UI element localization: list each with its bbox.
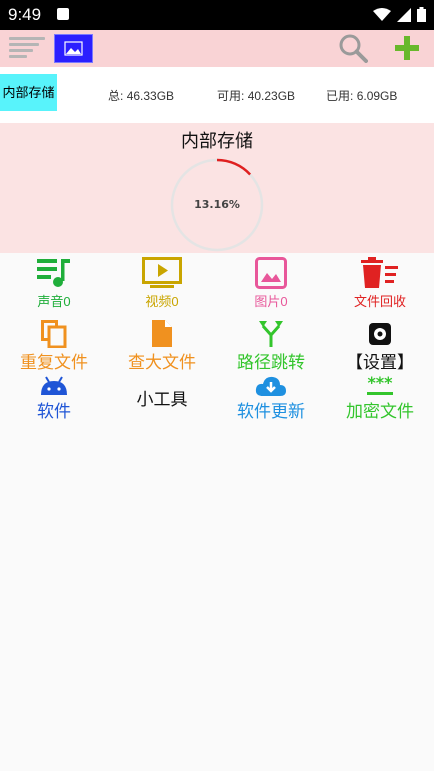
cloud-download-icon xyxy=(255,376,286,396)
available-label: 可用: xyxy=(217,89,245,103)
usage-percent: 13.16% xyxy=(194,198,240,211)
wifi-icon xyxy=(373,7,391,21)
category-image[interactable]: 图片0 xyxy=(217,257,325,310)
tool-path-jump[interactable]: 路径跳转 xyxy=(217,320,325,373)
tool-apps[interactable]: 软件 xyxy=(0,375,108,422)
tool-duplicate-files[interactable]: 重复文件 xyxy=(0,320,108,373)
add-icon[interactable] xyxy=(395,36,419,60)
search-icon[interactable] xyxy=(338,33,368,63)
fork-arrow-icon xyxy=(259,321,283,347)
category-image-label: 图片0 xyxy=(254,294,288,309)
storage-summary: 内部存储 总: 46.33GB 可用: 40.23GB 已用: 6.09GB xyxy=(0,67,434,123)
tool-settings-label: 【设置】 xyxy=(346,353,414,372)
top-toolbar xyxy=(0,30,434,67)
tool-duplicate-files-label: 重复文件 xyxy=(20,353,88,372)
copy-icon xyxy=(41,320,67,348)
trash-icon xyxy=(361,257,398,288)
total-label: 总: xyxy=(108,89,124,103)
tool-encrypt-files[interactable]: *** 加密文件 xyxy=(326,375,434,422)
signal-icon xyxy=(397,7,411,22)
used-value: 6.09GB xyxy=(356,89,398,103)
gallery-button[interactable] xyxy=(54,34,93,63)
category-audio[interactable]: 声音0 xyxy=(0,257,108,310)
status-bar: 9:49 xyxy=(0,0,434,30)
available-stat: 可用: 40.23GB xyxy=(217,87,295,104)
file-icon xyxy=(152,320,172,347)
category-recycle-label: 文件回收 xyxy=(353,294,406,309)
tool-settings[interactable]: 【设置】 xyxy=(326,320,434,373)
total-stat: 总: 46.33GB xyxy=(108,87,174,104)
battery-icon xyxy=(417,7,426,22)
menu-icon[interactable] xyxy=(9,37,45,61)
storage-panel: 内部存储 13.16% xyxy=(0,123,434,253)
password-icon: *** xyxy=(367,375,393,395)
app-notification-icon xyxy=(57,8,69,20)
tool-small-tools[interactable]: 小工具 xyxy=(108,385,216,410)
status-time: 9:49 xyxy=(8,5,42,24)
panel-title: 内部存储 xyxy=(181,131,253,151)
used-label: 已用: xyxy=(326,89,354,103)
svg-text:***: *** xyxy=(367,375,393,392)
category-video-label: 视频0 xyxy=(145,294,179,309)
tool-path-jump-label: 路径跳转 xyxy=(237,353,305,372)
internal-storage-tab[interactable]: 内部存储 xyxy=(0,74,57,111)
gauge-arc xyxy=(216,158,252,176)
tool-apps-label: 软件 xyxy=(37,402,71,421)
image-icon xyxy=(255,257,287,289)
tool-encrypt-files-label: 加密文件 xyxy=(346,402,414,421)
tool-app-update-label: 软件更新 xyxy=(237,402,305,421)
status-icons xyxy=(373,7,426,22)
tool-app-update[interactable]: 软件更新 xyxy=(217,375,325,422)
tool-large-files[interactable]: 查大文件 xyxy=(108,320,216,373)
total-value: 46.33GB xyxy=(126,89,175,103)
android-icon xyxy=(41,376,67,395)
category-video[interactable]: 视频0 xyxy=(108,257,216,310)
category-audio-label: 声音0 xyxy=(37,294,71,309)
music-list-icon xyxy=(37,259,70,287)
tool-small-tools-label: 小工具 xyxy=(136,390,188,409)
available-value: 40.23GB xyxy=(247,89,296,103)
used-stat: 已用: 6.09GB xyxy=(326,87,397,104)
gear-icon xyxy=(369,323,391,345)
video-play-icon xyxy=(142,257,182,288)
tool-large-files-label: 查大文件 xyxy=(128,353,196,372)
category-recycle[interactable]: 文件回收 xyxy=(326,257,434,310)
landscape-icon xyxy=(64,41,83,56)
